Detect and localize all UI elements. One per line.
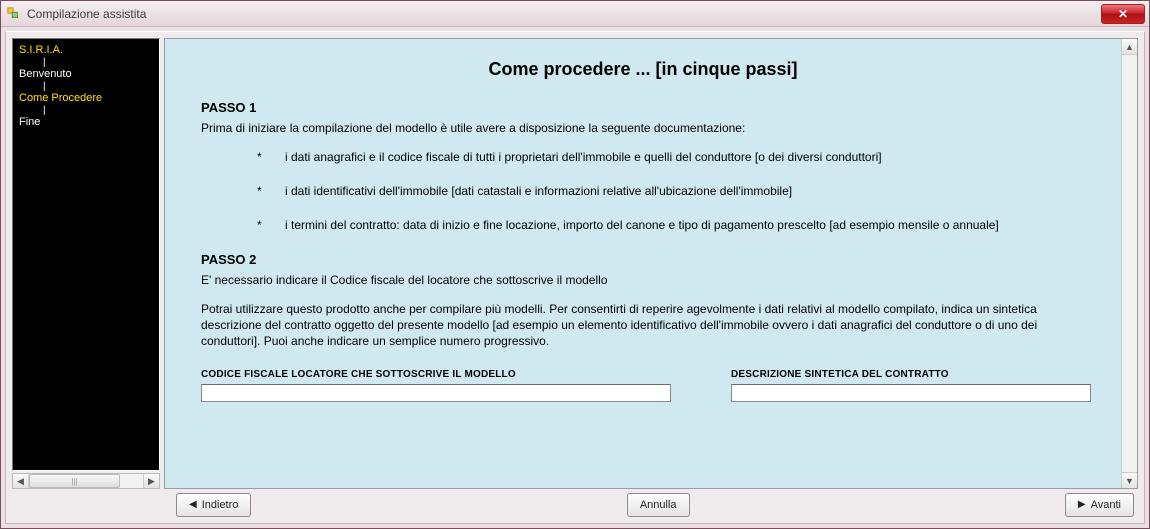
window-title: Compilazione assistita [27, 7, 146, 21]
sidebar-item-benvenuto[interactable]: Benvenuto [19, 67, 153, 82]
scroll-up-icon[interactable]: ▲ [1122, 39, 1137, 55]
scroll-down-icon[interactable]: ▼ [1122, 472, 1137, 488]
sidebar-connector: | [19, 82, 153, 91]
content-vscroll[interactable]: ▲ ▼ [1121, 39, 1137, 488]
titlebar: Compilazione assistita ✕ [1, 1, 1149, 27]
step2-lead: E' necessario indicare il Codice fiscale… [201, 273, 1085, 287]
close-icon: ✕ [1118, 7, 1128, 21]
step1-label: PASSO 1 [201, 100, 1085, 115]
chevron-left-icon: ◀ [189, 500, 197, 510]
bullet-icon: * [257, 183, 267, 199]
app-window: Compilazione assistita ✕ S.I.R.I.A. | Be… [0, 0, 1150, 529]
codice-fiscale-label: CODICE FISCALE LOCATORE CHE SOTTOSCRIVE … [201, 369, 671, 380]
content: Come procedere ... [in cinque passi] PAS… [165, 39, 1121, 488]
bullet-icon: * [257, 217, 267, 233]
sidebar-wrap: S.I.R.I.A. | Benvenuto | Come Procedere … [12, 38, 160, 489]
footer-center: Annulla [259, 493, 1057, 517]
scroll-track[interactable]: ||| [29, 474, 143, 488]
cancel-button-label: Annulla [640, 499, 677, 511]
list-item: * i dati anagrafici e il codice fiscale d… [257, 149, 1085, 165]
footer: ◀ Indietro Annulla ▶ Avanti [166, 489, 1144, 523]
app-icon [7, 7, 21, 21]
sidebar: S.I.R.I.A. | Benvenuto | Come Procedere … [12, 38, 160, 471]
list-item: * i dati identificativi dell'immobile [da… [257, 183, 1085, 199]
next-button-label: Avanti [1091, 499, 1121, 511]
client-area: S.I.R.I.A. | Benvenuto | Come Procedere … [5, 31, 1145, 524]
sidebar-item-come-procedere[interactable]: Come Procedere [19, 91, 153, 106]
step2-paragraph: Potrai utilizzare questo prodotto anche … [201, 301, 1085, 350]
page-title: Come procedere ... [in cinque passi] [201, 59, 1085, 80]
step1-lead: Prima di iniziare la compilazione del mo… [201, 121, 1085, 135]
bullet-text: i dati anagrafici e il codice fiscale di… [285, 149, 882, 165]
back-button-label: Indietro [202, 499, 239, 511]
cancel-button[interactable]: Annulla [627, 493, 690, 517]
list-item: * i termini del contratto: data di inizio… [257, 217, 1085, 233]
titlebar-left: Compilazione assistita [7, 7, 146, 21]
sidebar-hscroll[interactable]: ◀ ||| ▶ [12, 473, 160, 489]
chevron-right-icon: ▶ [1078, 500, 1086, 510]
bullet-icon: * [257, 149, 267, 165]
scroll-thumb[interactable]: ||| [29, 474, 120, 488]
scroll-right-icon[interactable]: ▶ [143, 474, 159, 488]
scroll-left-icon[interactable]: ◀ [13, 474, 29, 488]
back-button[interactable]: ◀ Indietro [176, 493, 251, 517]
sidebar-connector: | [19, 106, 153, 115]
split-pane: S.I.R.I.A. | Benvenuto | Come Procedere … [6, 32, 1144, 489]
descrizione-label: DESCRIZIONE SINTETICA DEL CONTRATTO [731, 369, 1091, 380]
fields-row: CODICE FISCALE LOCATORE CHE SOTTOSCRIVE … [201, 369, 1085, 402]
field-descrizione: DESCRIZIONE SINTETICA DEL CONTRATTO [731, 369, 1091, 402]
descrizione-input[interactable] [731, 384, 1091, 402]
step2-label: PASSO 2 [201, 252, 1085, 267]
content-wrap: Come procedere ... [in cinque passi] PAS… [164, 38, 1138, 489]
bullet-text: i dati identificativi dell'immobile [dat… [285, 183, 792, 199]
sidebar-item-fine[interactable]: Fine [19, 115, 153, 130]
field-codice-fiscale: CODICE FISCALE LOCATORE CHE SOTTOSCRIVE … [201, 369, 671, 402]
next-button[interactable]: ▶ Avanti [1065, 493, 1134, 517]
sidebar-item-siria[interactable]: S.I.R.I.A. [19, 43, 153, 58]
step1-bullets: * i dati anagrafici e il codice fiscale d… [201, 149, 1085, 234]
bullet-text: i termini del contratto: data di inizio … [285, 217, 999, 233]
sidebar-connector: | [19, 58, 153, 67]
close-button[interactable]: ✕ [1101, 4, 1145, 24]
codice-fiscale-input[interactable] [201, 384, 671, 402]
scroll-track[interactable] [1122, 55, 1137, 472]
